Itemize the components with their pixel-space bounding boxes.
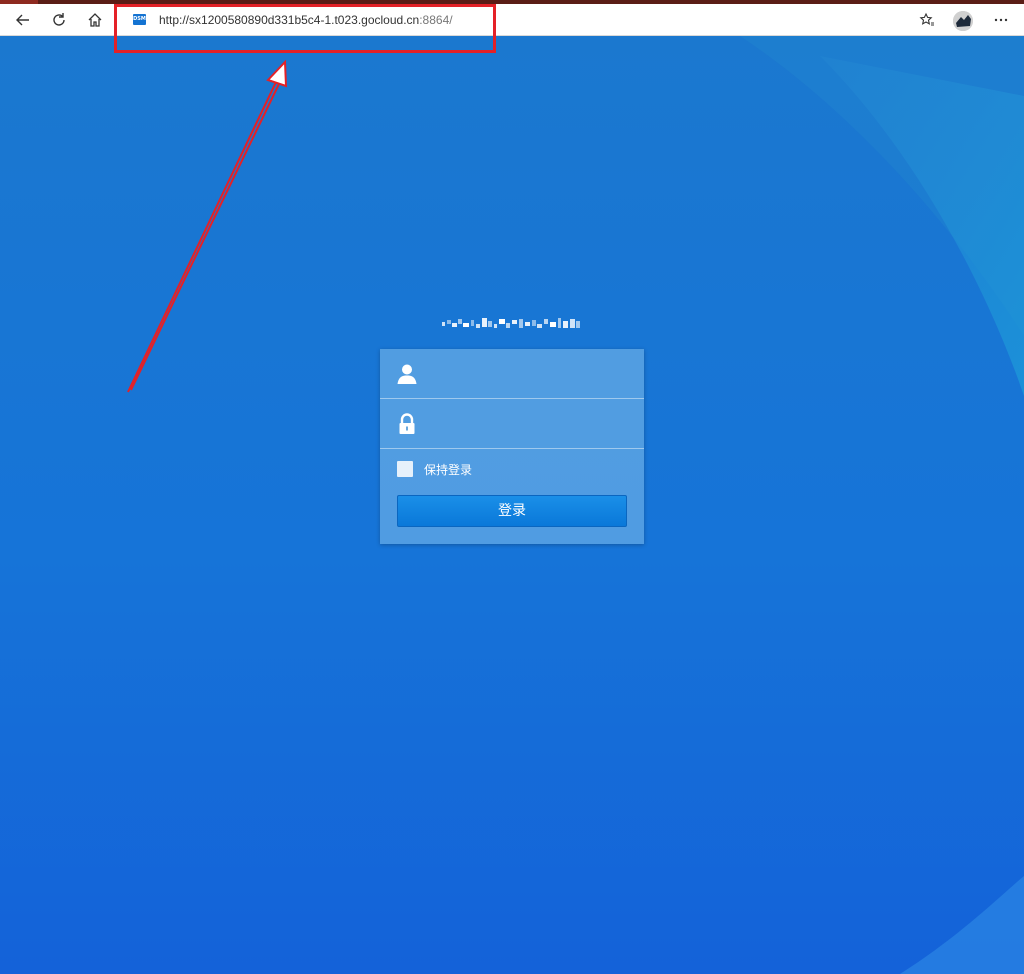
- favorites-icon: [919, 12, 934, 26]
- login-button[interactable]: 登录: [397, 495, 627, 527]
- user-icon: [397, 364, 417, 384]
- refresh-icon: [53, 13, 65, 26]
- more-button[interactable]: [989, 8, 1013, 32]
- remember-me[interactable]: 保持登录: [397, 460, 472, 478]
- profile-icon: [953, 11, 973, 31]
- profile-avatar[interactable]: [953, 11, 973, 31]
- obscured-title: [442, 318, 580, 328]
- password-input[interactable]: [428, 409, 637, 441]
- page: DSM http://sx1200580890d331b5c4-1.t023.g…: [0, 0, 1024, 974]
- back-button[interactable]: [11, 8, 35, 32]
- remember-checkbox[interactable]: [397, 461, 413, 477]
- username-input[interactable]: [428, 359, 637, 391]
- refresh-button[interactable]: [47, 8, 71, 32]
- password-field[interactable]: [380, 399, 644, 449]
- remember-label: 保持登录: [424, 462, 473, 477]
- annotation-box: [114, 4, 496, 53]
- username-field[interactable]: [380, 349, 644, 399]
- login-panel: 保持登录 登录: [380, 349, 644, 544]
- more-icon: [994, 18, 1008, 22]
- favorites-button[interactable]: [915, 8, 939, 32]
- home-icon: [88, 13, 102, 27]
- back-icon: [16, 14, 29, 26]
- home-button[interactable]: [83, 8, 107, 32]
- lock-icon: [399, 413, 415, 434]
